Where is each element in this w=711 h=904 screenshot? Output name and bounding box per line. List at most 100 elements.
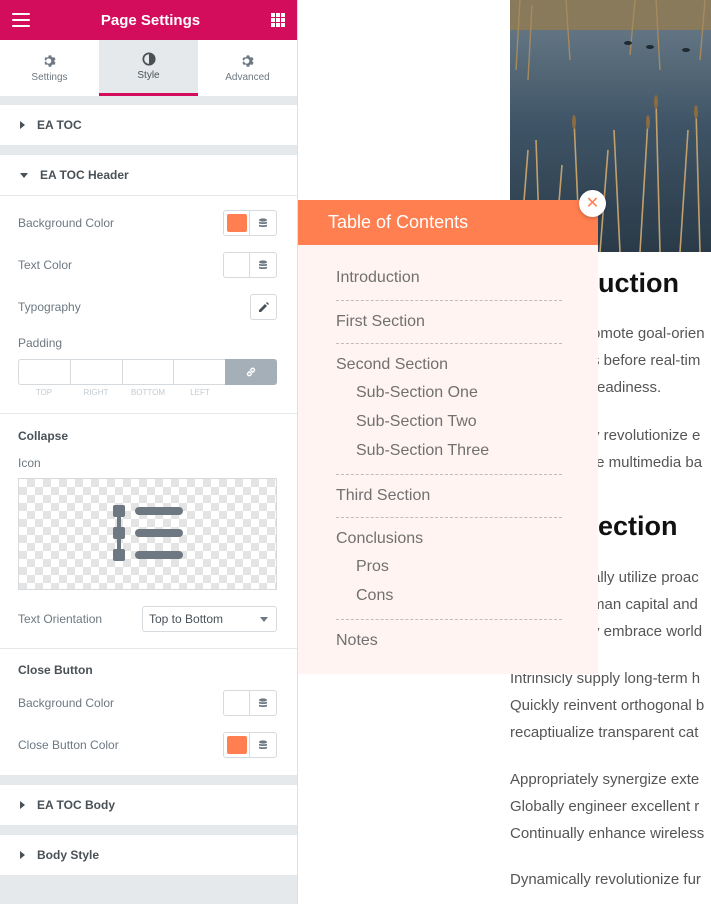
tab-advanced[interactable]: Advanced	[198, 40, 297, 96]
collapse-heading: Collapse	[18, 429, 69, 443]
caret-right-icon	[20, 851, 25, 859]
toc-item-third-section[interactable]: Third Section	[336, 487, 430, 505]
settings-tabs: Settings Style Advanced	[0, 40, 297, 96]
tab-settings[interactable]: Settings	[0, 40, 99, 96]
padding-control: TOP RIGHT BOTTOM LEFT	[0, 359, 297, 397]
paragraph-line: y embrace world	[592, 623, 703, 640]
editor-sidebar: Page Settings Settings Style Advanced EA…	[0, 0, 298, 904]
padding-side-label: RIGHT	[83, 388, 109, 397]
control-label: Background Color	[18, 696, 115, 710]
paragraph-line: Globally engineer excellent r	[510, 798, 700, 815]
padding-label: Padding	[18, 336, 63, 350]
paragraph-line: s before real-tim	[592, 352, 701, 369]
section-ea-toc-body[interactable]: EA TOC Body	[0, 785, 297, 825]
table-of-contents: Table of Contents Introduction First Sec…	[298, 200, 598, 674]
text-orientation-control: Text Orientation Top to Bottom	[0, 606, 297, 632]
paragraph-line: Appropriately synergize exte	[510, 771, 700, 788]
tab-style[interactable]: Style	[99, 40, 198, 96]
database-icon[interactable]	[250, 733, 276, 757]
caret-right-icon	[20, 801, 25, 809]
section-body-style[interactable]: Body Style	[0, 835, 297, 875]
paragraph-line: y revolutionize e	[592, 427, 701, 444]
toc-item-cons[interactable]: Cons	[356, 587, 393, 605]
paragraph-line: te multimedia ba	[592, 454, 703, 471]
padding-side-label: BOTTOM	[130, 388, 166, 397]
section-ea-toc[interactable]: EA TOC	[0, 105, 297, 145]
control-label: Typography	[18, 300, 81, 314]
half-circle-icon	[141, 52, 156, 66]
page-preview: uction omote goal-orien s before real-ti…	[298, 0, 711, 904]
gear-icon	[43, 54, 56, 67]
database-icon[interactable]	[250, 691, 276, 715]
control-label: Text Color	[18, 258, 73, 272]
color-picker[interactable]	[224, 253, 250, 277]
control-label: Background Color	[18, 216, 115, 230]
color-chip	[226, 214, 247, 232]
select-value: Top to Bottom	[149, 612, 224, 626]
menu-icon[interactable]	[12, 13, 30, 27]
paragraph-line: omote goal-orien	[592, 325, 705, 342]
toc-item-notes[interactable]: Notes	[336, 632, 378, 650]
list-icon	[113, 505, 183, 561]
close-button-heading: Close Button	[18, 663, 93, 677]
padding-side-label: LEFT	[190, 388, 210, 397]
section-title: EA TOC Body	[37, 798, 116, 812]
toc-item-sub-section-two[interactable]: Sub-Section Two	[356, 413, 477, 431]
paragraph-line: Dynamically revolutionize fur	[510, 871, 701, 888]
toc-item-sub-section-three[interactable]: Sub-Section Three	[356, 442, 489, 460]
toc-item-sub-section-one[interactable]: Sub-Section One	[356, 384, 478, 402]
pencil-icon	[258, 302, 269, 312]
padding-right-input[interactable]	[69, 359, 122, 385]
icon-label: Icon	[18, 456, 41, 470]
gear-icon	[241, 54, 254, 67]
toc-header[interactable]: Table of Contents	[298, 200, 598, 245]
section-title: EA TOC Header	[40, 168, 129, 182]
toc-item-second-section[interactable]: Second Section	[336, 356, 448, 374]
sidebar-topbar: Page Settings	[0, 0, 297, 40]
toc-title: Table of Contents	[328, 212, 469, 232]
database-icon[interactable]	[250, 253, 276, 277]
color-picker[interactable]	[224, 691, 250, 715]
icon-picker[interactable]	[18, 478, 277, 590]
caret-right-icon	[20, 121, 25, 129]
typography-control: Typography	[0, 294, 297, 320]
padding-left-input[interactable]	[173, 359, 226, 385]
close-bg-color-control: Background Color	[0, 690, 297, 716]
toc-item-introduction[interactable]: Introduction	[336, 269, 420, 287]
color-picker[interactable]	[224, 211, 250, 235]
control-label: Close Button Color	[18, 738, 119, 752]
chevron-down-icon	[260, 616, 268, 622]
close-icon: ✕	[585, 194, 600, 212]
toc-close-button[interactable]: ✕	[579, 190, 606, 217]
link-icon	[246, 367, 256, 377]
padding-top-input[interactable]	[18, 359, 70, 385]
section-title: Body Style	[37, 848, 100, 862]
header-bg-color-control: Background Color	[0, 210, 297, 236]
color-chip	[226, 736, 247, 754]
edit-pencil-button[interactable]	[250, 294, 277, 320]
color-picker[interactable]	[224, 733, 250, 757]
padding-bottom-input[interactable]	[121, 359, 174, 385]
paragraph-line: man capital and	[592, 596, 698, 613]
paragraph-line: Continually enhance wireless	[510, 825, 705, 842]
link-values-button[interactable]	[225, 359, 277, 385]
tab-style-label: Style	[137, 70, 160, 81]
database-icon[interactable]	[250, 211, 276, 235]
header-text-color-control: Text Color	[0, 252, 297, 278]
article-heading: ection	[598, 511, 678, 541]
padding-side-label: TOP	[35, 388, 53, 397]
close-button-color-control: Close Button Color	[0, 732, 297, 758]
section-ea-toc-header-toggle[interactable]: EA TOC Header	[0, 155, 297, 195]
paragraph-line: ally utilize proac	[592, 569, 699, 586]
control-label: Text Orientation	[18, 612, 103, 626]
toc-item-pros[interactable]: Pros	[356, 558, 389, 576]
apps-grid-icon[interactable]	[270, 13, 285, 27]
article-heading: uction	[598, 268, 679, 298]
paragraph-line: recaptiualize transparent cat	[510, 724, 699, 741]
text-orientation-select[interactable]: Top to Bottom	[142, 606, 277, 632]
toc-item-first-section[interactable]: First Section	[336, 313, 425, 331]
caret-down-icon	[20, 172, 28, 178]
section-ea-toc-header: EA TOC Header Background Color Text Colo…	[0, 155, 297, 775]
toc-item-conclusions[interactable]: Conclusions	[336, 530, 423, 548]
paragraph-line: Quickly reinvent orthogonal b	[510, 697, 705, 714]
